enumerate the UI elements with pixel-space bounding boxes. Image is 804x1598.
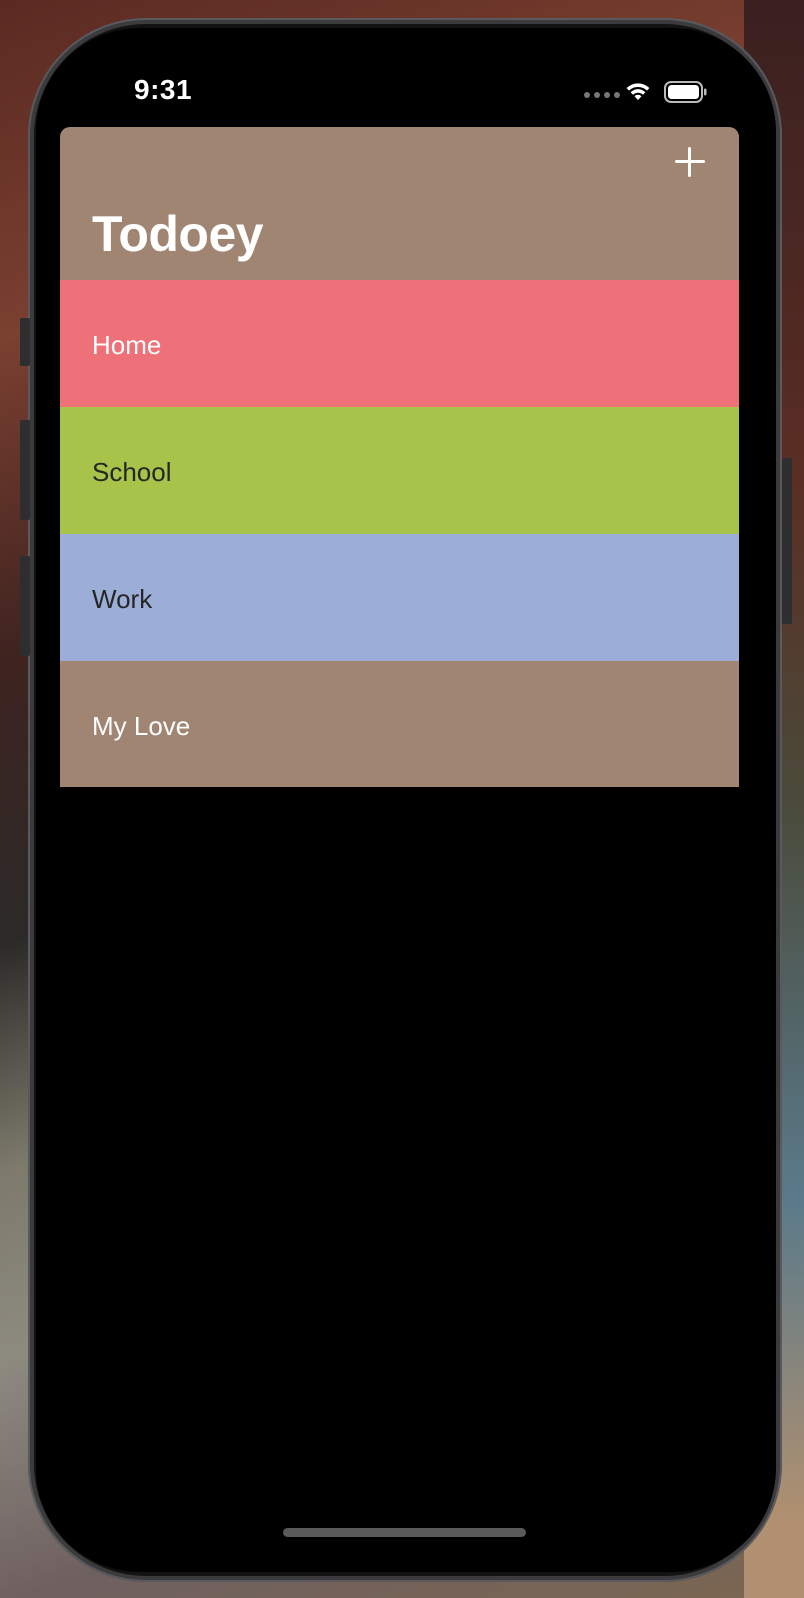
category-row[interactable]: My Love xyxy=(60,661,739,787)
status-time: 9:31 xyxy=(134,74,193,105)
wifi-icon xyxy=(626,83,650,100)
category-row[interactable]: School xyxy=(60,407,739,534)
category-list: Home School Work My Love xyxy=(60,280,739,787)
category-label: My Love xyxy=(92,711,191,741)
category-row[interactable]: Home xyxy=(60,280,739,407)
category-label: Home xyxy=(92,330,162,360)
phone-screen: 9:31 Todoey Home School Work My Love xyxy=(36,28,776,1572)
category-row[interactable]: Work xyxy=(60,534,739,661)
category-label: School xyxy=(92,457,172,487)
category-label: Work xyxy=(92,584,153,614)
navigation-bar: Todoey xyxy=(60,127,739,281)
cellular-signal-icon xyxy=(584,92,620,98)
battery-icon xyxy=(664,81,707,103)
side-button-volume-up xyxy=(20,420,30,520)
page-title: Todoey xyxy=(92,206,264,262)
side-button-power xyxy=(782,458,792,624)
side-button-silent xyxy=(20,318,30,366)
home-indicator[interactable] xyxy=(283,1528,526,1537)
add-category-button[interactable] xyxy=(672,144,708,180)
app-content: Todoey Home School Work My Love xyxy=(60,127,739,787)
side-button-volume-down xyxy=(20,556,30,656)
status-bar: 9:31 xyxy=(36,28,776,128)
